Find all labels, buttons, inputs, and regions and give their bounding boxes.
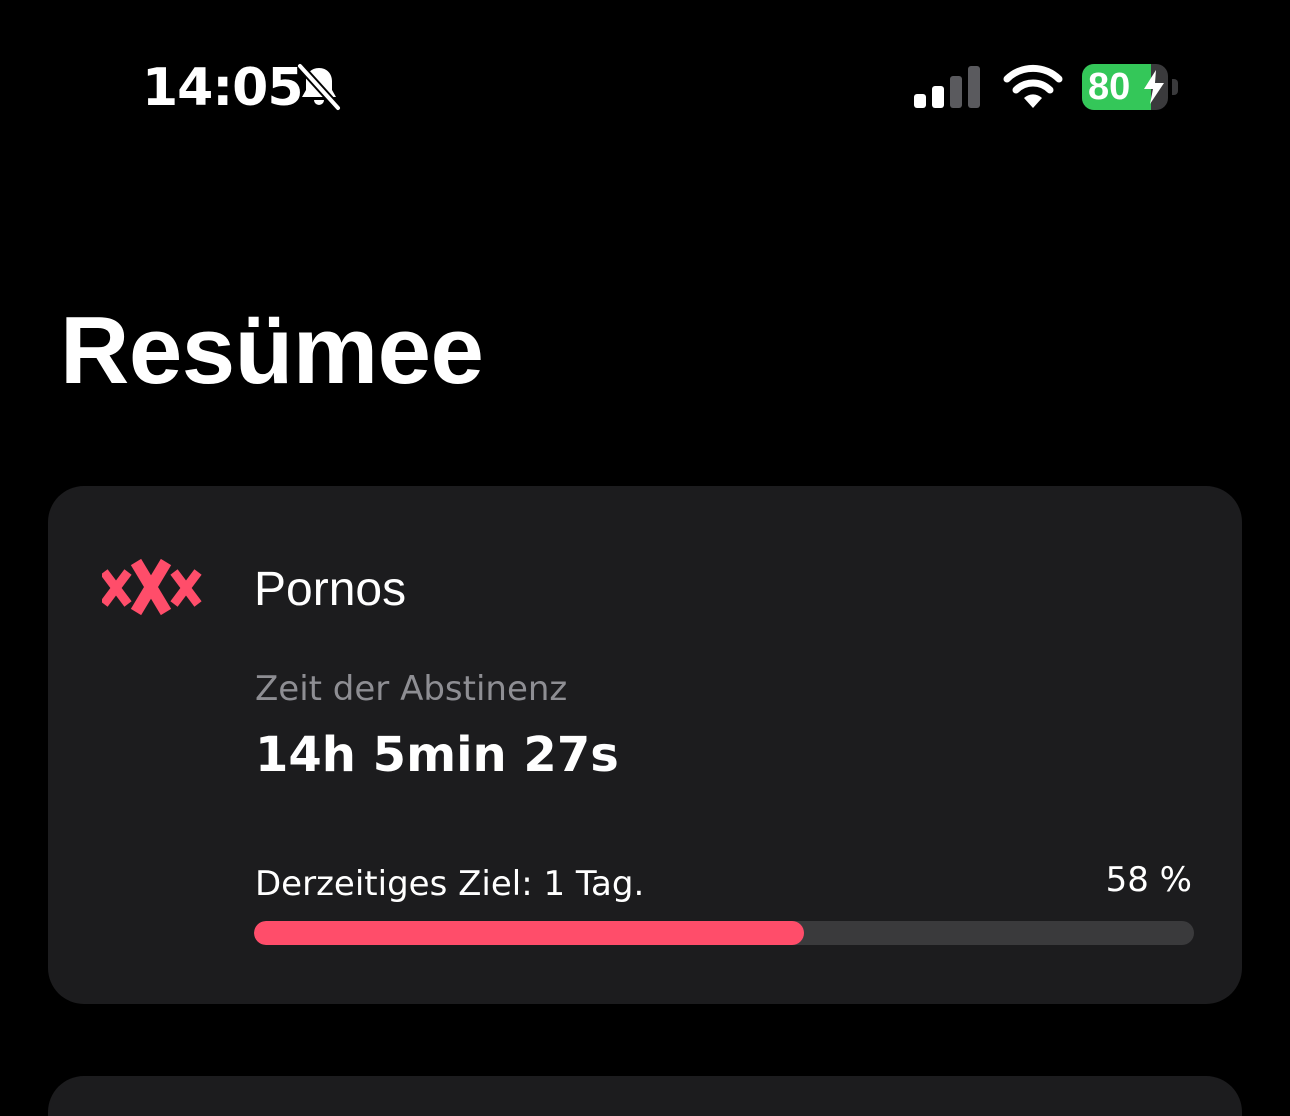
status-time: 14:05 [142,58,304,118]
charging-bolt-icon [1144,70,1164,104]
abstinence-timer: 14h 5min 27s [255,727,619,783]
battery-body: 80 [1082,64,1168,110]
page-title: Resümee [60,297,484,404]
summary-card[interactable]: Pornos Zeit der Abstinenz 14h 5min 27s D… [48,486,1242,1004]
battery-cap [1172,79,1178,95]
next-card[interactable] [48,1076,1242,1116]
card-title: Pornos [254,563,407,616]
bell-slash-icon [297,63,341,111]
cellular-signal-icon [914,66,980,108]
goal-label: Derzeitiges Ziel: 1 Tag. [255,864,645,904]
status-bar: 14:05 80 [0,0,1290,180]
goal-progress-bar [254,921,1194,945]
battery-indicator: 80 [1082,64,1180,110]
abstinence-label: Zeit der Abstinenz [255,669,568,709]
goal-progress-fill [254,921,804,945]
wifi-icon [1003,64,1063,108]
goal-percent: 58 % [1105,860,1192,900]
xxx-icon [102,558,202,616]
battery-percent: 80 [1088,66,1131,108]
